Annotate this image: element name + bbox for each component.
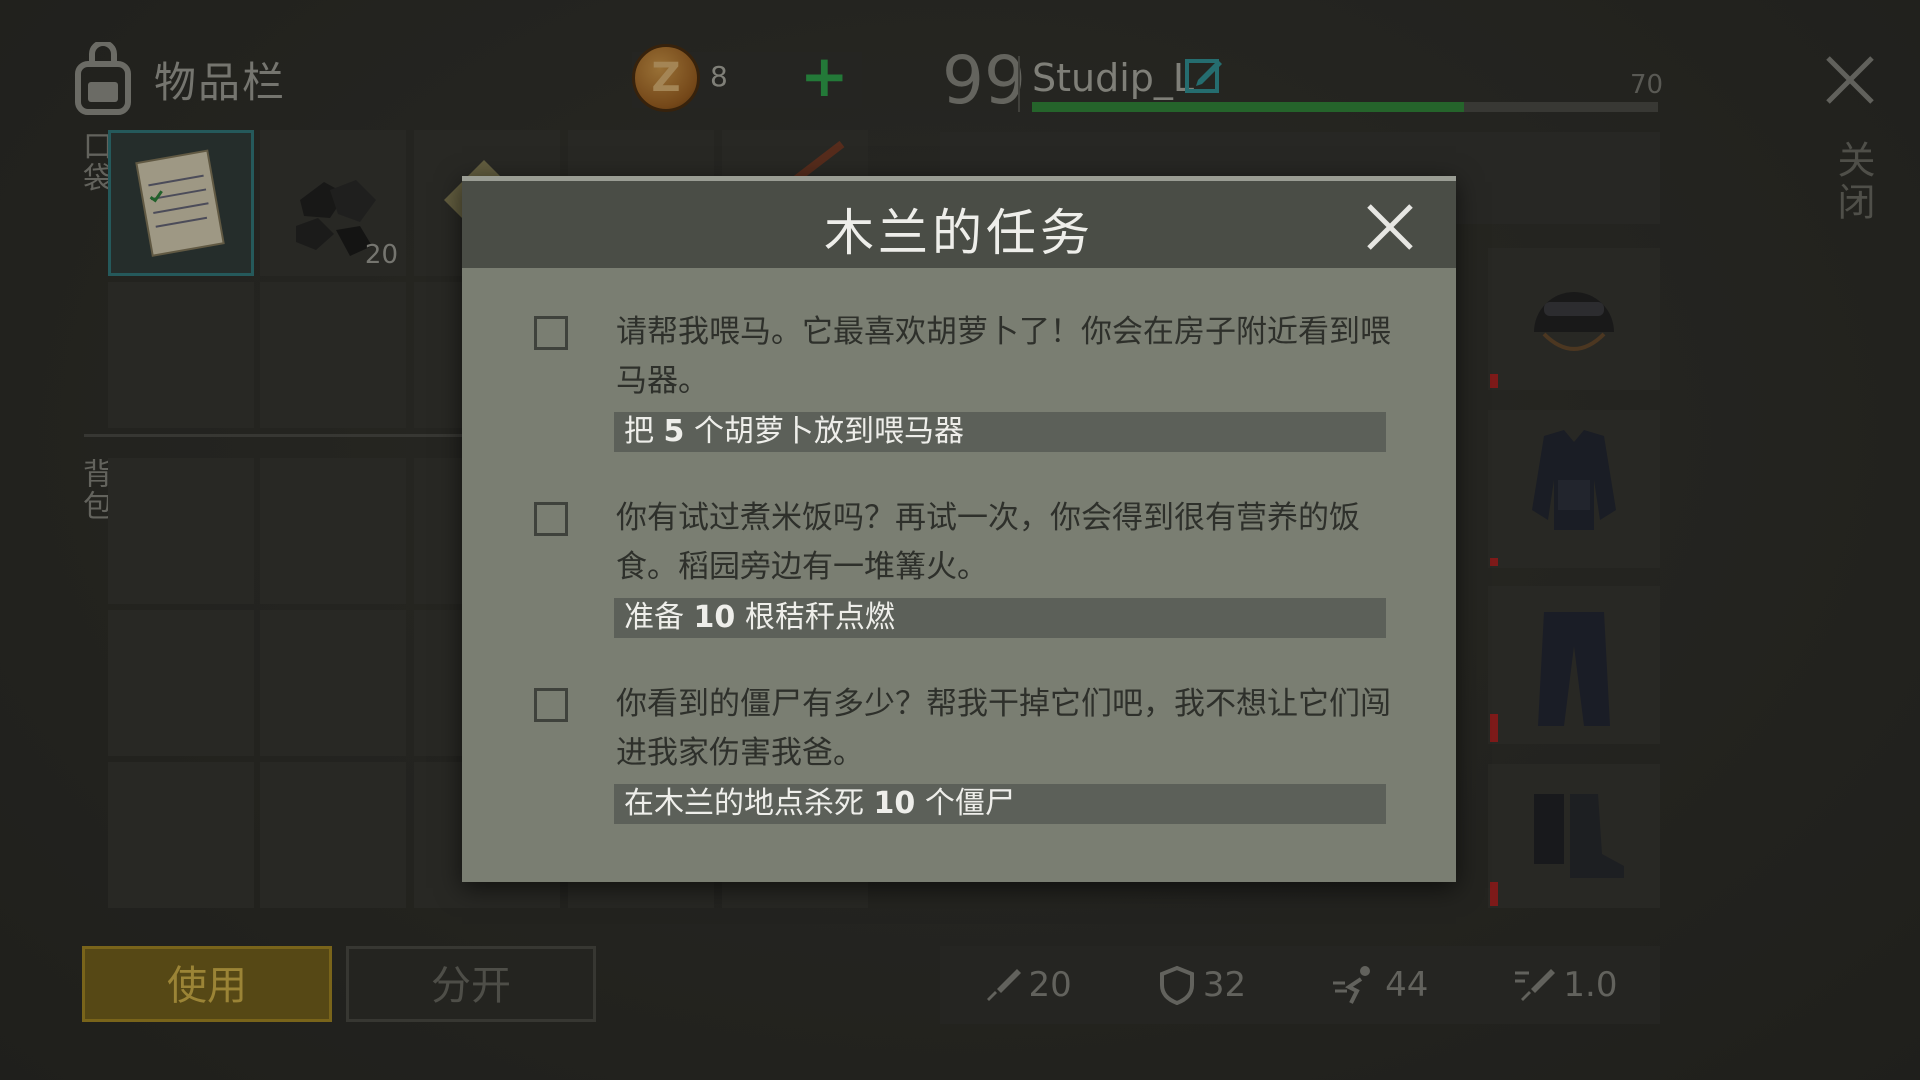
quest-title: 木兰的任务: [824, 204, 1094, 262]
task-description: 你有试过煮米饭吗？再试一次，你会得到很有营养的饭食。稻园旁边有一堆篝火。: [616, 500, 1360, 585]
close-icon[interactable]: [1364, 201, 1416, 253]
task-goal: 把 5 个胡萝卜放到喂马器: [614, 412, 1386, 452]
quest-dialog-header: 木兰的任务: [462, 176, 1456, 268]
task-description: 你看到的僵尸有多少？帮我干掉它们吧，我不想让它们闯进我家伤害我爸。: [616, 686, 1391, 771]
task-goal: 在木兰的地点杀死 10 个僵尸: [614, 784, 1386, 824]
task-checkbox[interactable]: [534, 316, 568, 350]
task-checkbox[interactable]: [534, 502, 568, 536]
task-checkbox[interactable]: [534, 688, 568, 722]
task-description: 请帮我喂马。它最喜欢胡萝卜了！你会在房子附近看到喂马器。: [616, 314, 1391, 399]
quest-dialog: 木兰的任务 请帮我喂马。它最喜欢胡萝卜了！你会在房子附近看到喂马器。 把 5 个…: [462, 176, 1456, 882]
task-goal: 准备 10 根秸秆点燃: [614, 598, 1386, 638]
